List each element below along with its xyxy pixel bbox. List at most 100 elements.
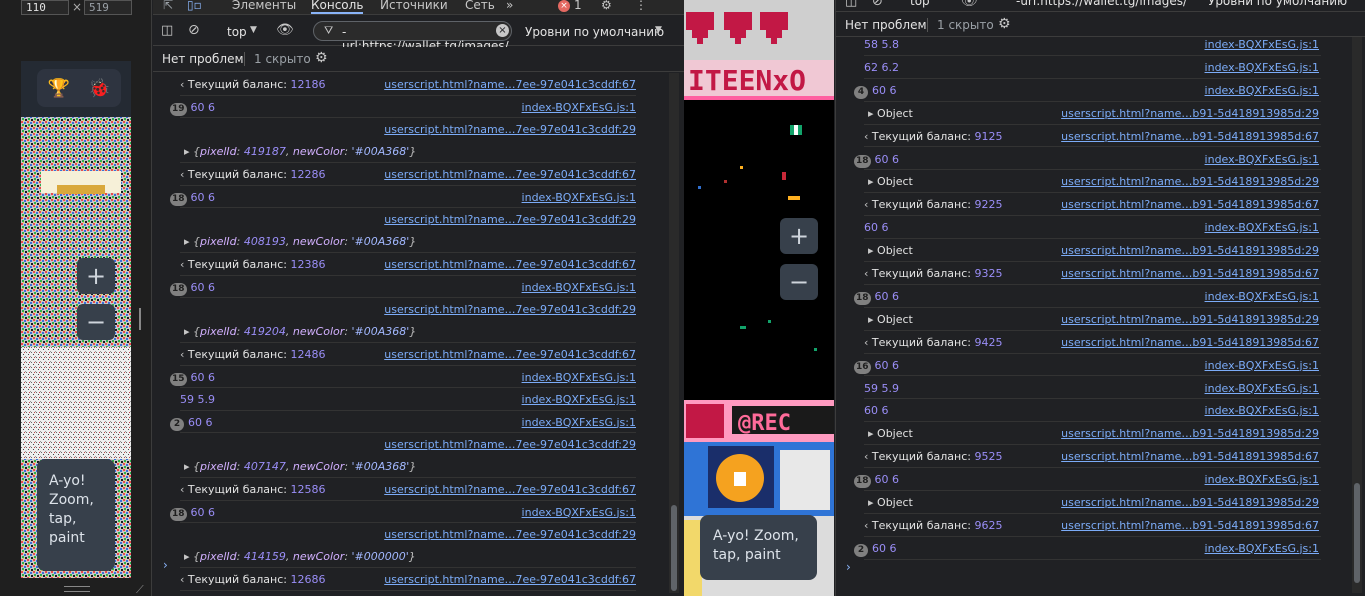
no-issues-label[interactable]: Нет проблем <box>845 18 927 32</box>
console-filter-input[interactable]: ⛛ -url:https://wallet.tg/images/ × <box>313 21 512 53</box>
source-link[interactable]: index-BQXFxEsG.js:1 <box>1205 153 1319 166</box>
source-link[interactable]: index-BQXFxEsG.js:1 <box>1205 473 1319 486</box>
zoom-in-button-left[interactable]: + <box>77 258 115 294</box>
object-message[interactable]: ▸ Object <box>868 175 913 188</box>
console-settings-icon[interactable]: ⚙ <box>998 16 1011 32</box>
source-link[interactable]: userscript.html?name…b91-5d418913985d:67 <box>1061 267 1319 280</box>
source-link[interactable]: index-BQXFxEsG.js:1 <box>522 281 636 294</box>
device-toggle-icon[interactable]: ▯▫ <box>187 0 202 12</box>
clear-filter-icon[interactable]: × <box>496 24 509 37</box>
levels-dropdown[interactable]: Уровни по умолчанию <box>1208 0 1347 8</box>
filter-text[interactable]: -url:https://wallet.tg/images/ <box>1016 0 1187 8</box>
device-width-input[interactable]: 110 <box>21 0 69 15</box>
error-icon[interactable]: × <box>558 0 570 12</box>
source-link[interactable]: index-BQXFxEsG.js:1 <box>522 506 636 519</box>
source-link[interactable]: userscript.html?name…b91-5d418913985d:29 <box>1061 244 1319 257</box>
source-link[interactable]: index-BQXFxEsG.js:1 <box>1205 221 1319 234</box>
panel-resize-handle[interactable] <box>139 308 141 330</box>
source-link[interactable]: userscript.html?name…b91-5d418913985d:29 <box>1061 496 1319 509</box>
source-link[interactable]: userscript.html?name…7ee-97e041c3cddf:67 <box>384 573 636 586</box>
expand-triangle-icon[interactable]: ▸ <box>184 550 193 563</box>
bug-icon[interactable]: 🐞 <box>88 78 110 99</box>
pixel-object-message[interactable]: ▸ {pixelId: 408193, newColor: '#00A368'} <box>184 235 416 248</box>
object-message[interactable]: ▸ Object <box>868 496 913 509</box>
kebab-menu-icon[interactable]: ⋮ <box>635 0 647 14</box>
tab-network[interactable]: Сеть <box>465 0 495 14</box>
source-link[interactable]: userscript.html?name…b91-5d418913985d:67 <box>1061 336 1319 349</box>
context-selector[interactable]: top <box>910 0 930 8</box>
scrollbar-thumb[interactable] <box>671 505 677 591</box>
source-link[interactable]: index-BQXFxEsG.js:1 <box>522 101 636 114</box>
corner-resize-icon[interactable]: ⟋ <box>136 583 144 596</box>
more-tabs-icon[interactable]: » <box>506 0 513 14</box>
expand-triangle-icon[interactable]: ▸ <box>868 175 877 188</box>
console-prompt[interactable]: › <box>163 558 168 572</box>
game-canvas[interactable]: ITEENxO @REC + − <box>684 0 834 596</box>
source-link[interactable]: userscript.html?name…7ee-97e041c3cddf:29 <box>384 528 636 541</box>
source-link[interactable]: index-BQXFxEsG.js:1 <box>1205 404 1319 417</box>
zoom-in-button-right[interactable]: + <box>780 218 818 254</box>
source-link[interactable]: index-BQXFxEsG.js:1 <box>522 191 636 204</box>
source-link[interactable]: userscript.html?name…b91-5d418913985d:29 <box>1061 107 1319 120</box>
source-link[interactable]: userscript.html?name…b91-5d418913985d:29 <box>1061 427 1319 440</box>
context-selector[interactable]: top <box>227 25 247 39</box>
bottom-resize-handle[interactable] <box>64 586 90 592</box>
eye-icon[interactable]: 👁 <box>961 0 978 9</box>
object-message[interactable]: ▸ Object <box>868 427 913 440</box>
source-link[interactable]: index-BQXFxEsG.js:1 <box>1205 542 1319 555</box>
source-link[interactable]: userscript.html?name…7ee-97e041c3cddf:67 <box>384 348 636 361</box>
console-prompt[interactable]: › <box>846 560 851 574</box>
device-height-input[interactable]: 519 <box>84 0 132 15</box>
chevron-down-icon[interactable]: ▼ <box>250 25 257 35</box>
pixel-object-message[interactable]: ▸ {pixelId: 419187, newColor: '#00A368'} <box>184 145 416 158</box>
tab-console[interactable]: Консоль <box>311 0 364 14</box>
source-link[interactable]: userscript.html?name…7ee-97e041c3cddf:29 <box>384 123 636 136</box>
source-link[interactable]: index-BQXFxEsG.js:1 <box>1205 38 1319 51</box>
scrollbar-thumb[interactable] <box>1354 483 1360 583</box>
source-link[interactable]: userscript.html?name…7ee-97e041c3cddf:67 <box>384 483 636 496</box>
hidden-count[interactable]: 1 скрыто <box>254 52 311 66</box>
source-link[interactable]: userscript.html?name…7ee-97e041c3cddf:29 <box>384 438 636 451</box>
levels-dropdown[interactable]: Уровни по умолчанию <box>525 25 664 39</box>
source-link[interactable]: userscript.html?name…7ee-97e041c3cddf:67 <box>384 168 636 181</box>
console-settings-icon[interactable]: ⚙ <box>315 50 328 66</box>
expand-triangle-icon[interactable]: ▸ <box>868 244 877 257</box>
source-link[interactable]: userscript.html?name…7ee-97e041c3cddf:67 <box>384 78 636 91</box>
source-link[interactable]: userscript.html?name…b91-5d418913985d:29 <box>1061 313 1319 326</box>
expand-triangle-icon[interactable]: ▸ <box>184 325 193 338</box>
clear-console-icon[interactable]: ⊘ <box>188 22 200 38</box>
settings-icon[interactable]: ⚙ <box>601 0 612 14</box>
tab-sources[interactable]: Источники <box>380 0 448 14</box>
tab-elements[interactable]: Элементы <box>232 0 296 14</box>
expand-triangle-icon[interactable]: ▸ <box>868 496 877 509</box>
inspect-icon[interactable]: ⇱ <box>163 0 173 12</box>
expand-triangle-icon[interactable]: ▸ <box>184 235 193 248</box>
hidden-count[interactable]: 1 скрыто <box>937 18 994 32</box>
expand-triangle-icon[interactable]: ▸ <box>868 313 877 326</box>
sidebar-toggle-icon[interactable]: ◫ <box>161 23 173 38</box>
source-link[interactable]: userscript.html?name…7ee-97e041c3cddf:67 <box>384 258 636 271</box>
source-link[interactable]: userscript.html?name…b91-5d418913985d:67 <box>1061 198 1319 211</box>
no-issues-label[interactable]: Нет проблем <box>162 52 244 66</box>
expand-triangle-icon[interactable]: ▸ <box>184 460 193 473</box>
error-count[interactable]: 1 <box>574 0 582 14</box>
eye-icon[interactable]: 👁 <box>276 22 294 38</box>
pixel-object-message[interactable]: ▸ {pixelId: 407147, newColor: '#00A368'} <box>184 460 416 473</box>
source-link[interactable]: index-BQXFxEsG.js:1 <box>1205 290 1319 303</box>
pixel-object-message[interactable]: ▸ {pixelId: 414159, newColor: '#000000'} <box>184 550 416 563</box>
expand-triangle-icon[interactable]: ▸ <box>184 145 193 158</box>
sidebar-toggle-icon[interactable]: ◫ <box>845 0 857 9</box>
object-message[interactable]: ▸ Object <box>868 244 913 257</box>
zoom-out-button-right[interactable]: − <box>780 264 818 300</box>
pixel-object-message[interactable]: ▸ {pixelId: 419204, newColor: '#00A368'} <box>184 325 416 338</box>
clear-console-icon[interactable]: ⊘ <box>872 0 883 9</box>
source-link[interactable]: index-BQXFxEsG.js:1 <box>1205 84 1319 97</box>
source-link[interactable]: index-BQXFxEsG.js:1 <box>522 371 636 384</box>
source-link[interactable]: userscript.html?name…b91-5d418913985d:67 <box>1061 450 1319 463</box>
expand-triangle-icon[interactable]: ▸ <box>868 427 877 440</box>
scrollbar[interactable] <box>669 73 679 593</box>
zoom-out-button-left[interactable]: − <box>77 304 115 340</box>
chevron-down-icon[interactable]: ▼ <box>655 25 662 35</box>
expand-triangle-icon[interactable]: ▸ <box>868 107 877 120</box>
source-link[interactable]: userscript.html?name…7ee-97e041c3cddf:29 <box>384 303 636 316</box>
